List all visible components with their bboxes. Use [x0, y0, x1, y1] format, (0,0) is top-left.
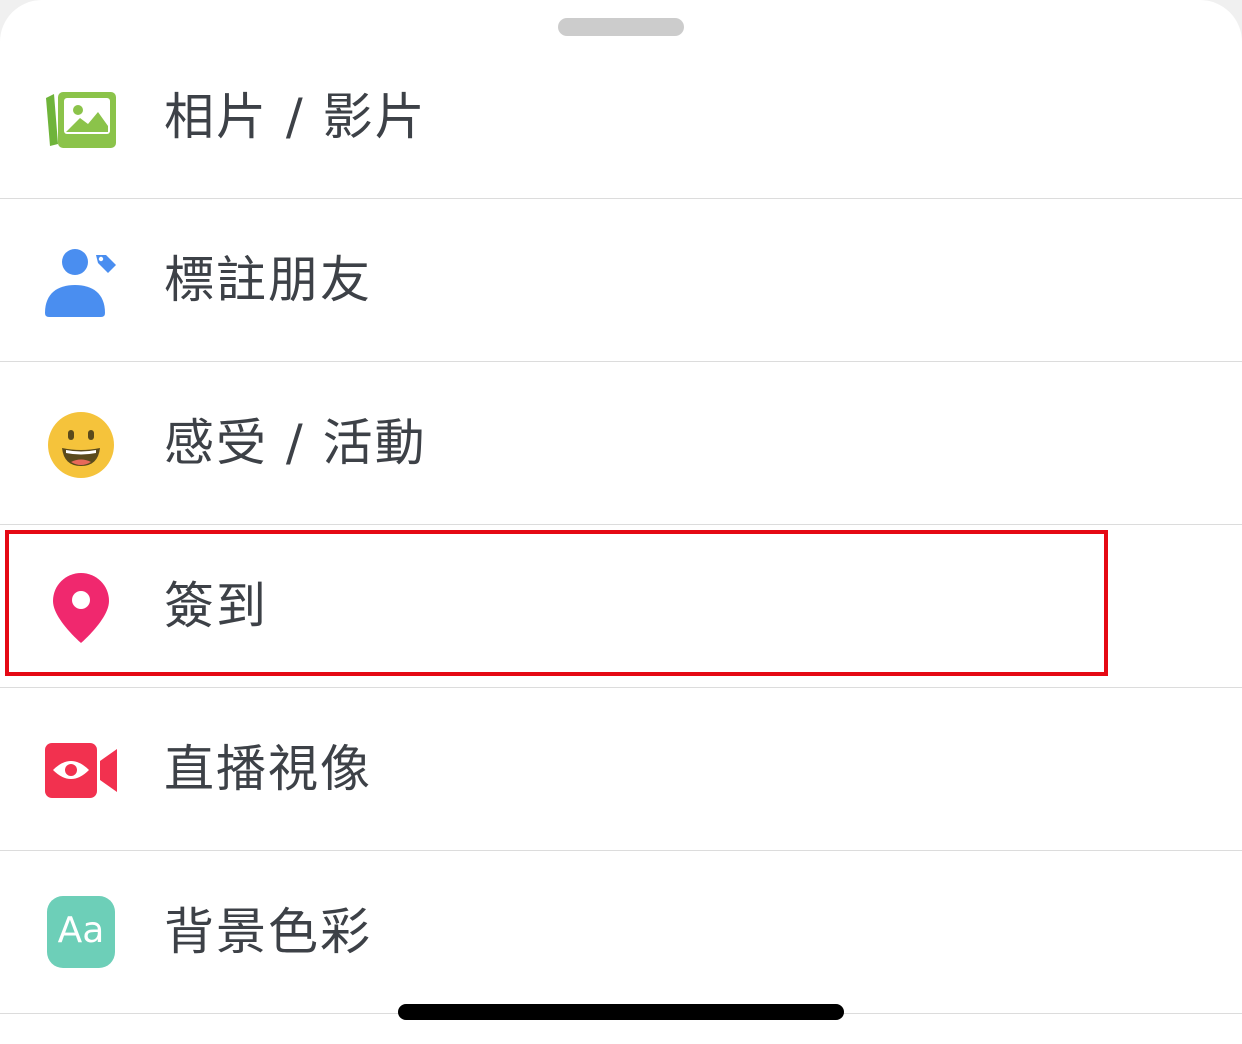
menu-item-label: 簽到	[164, 577, 268, 635]
photo-video-icon	[44, 82, 118, 156]
menu-item-label: 相片 / 影片	[164, 88, 427, 146]
home-indicator[interactable]	[398, 1004, 844, 1020]
live-video-icon	[44, 734, 118, 808]
menu-item-label: 標註朋友	[164, 251, 372, 309]
menu-item-feeling-activity[interactable]: 感受 / 活動	[0, 363, 1242, 525]
menu-item-label: 直播視像	[164, 740, 372, 798]
tag-friends-icon	[44, 245, 118, 319]
feeling-emoji-icon	[44, 408, 118, 482]
menu-item-live-video[interactable]: 直播視像	[0, 689, 1242, 851]
location-pin-icon	[44, 571, 118, 645]
bottom-sheet: 相片 / 影片 標註朋友 感受 / 活動 簽到 直播視像 Aa 背景色彩	[0, 0, 1242, 1044]
menu-item-background-color[interactable]: Aa 背景色彩	[0, 852, 1242, 1014]
drag-handle[interactable]	[558, 18, 684, 36]
background-color-icon: Aa	[47, 896, 115, 968]
menu-item-label: 感受 / 活動	[164, 414, 427, 472]
menu-item-tag-friends[interactable]: 標註朋友	[0, 200, 1242, 362]
menu-item-label: 背景色彩	[164, 903, 372, 961]
background-color-icon-text: Aa	[57, 910, 105, 951]
menu-item-check-in[interactable]: 簽到	[0, 526, 1242, 688]
menu-item-photo-video[interactable]: 相片 / 影片	[0, 37, 1242, 199]
